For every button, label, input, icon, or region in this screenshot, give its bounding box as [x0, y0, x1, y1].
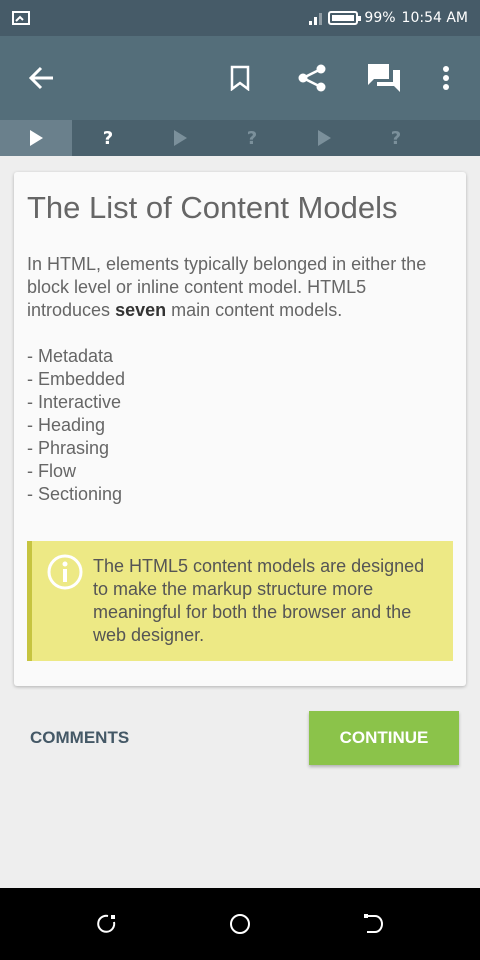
progress-step-2[interactable]: ? — [72, 120, 144, 156]
lesson-card: The List of Content Models In HTML, elem… — [14, 172, 466, 686]
list-item: - Embedded — [27, 369, 126, 389]
continue-button[interactable]: CONTINUE — [309, 711, 459, 765]
lesson-intro: In HTML, elements typically belonged in … — [27, 253, 453, 322]
back-arrow-icon[interactable] — [24, 60, 60, 96]
lesson-progress: ? ? ? — [0, 120, 480, 156]
question-mark: ? — [390, 127, 402, 149]
signal-icon — [309, 11, 323, 25]
progress-step-1[interactable] — [0, 120, 72, 156]
play-icon — [173, 130, 187, 146]
progress-step-3[interactable] — [144, 120, 216, 156]
lesson-title: The List of Content Models — [27, 190, 398, 225]
list-item: - Metadata — [27, 346, 114, 366]
question-mark: ? — [102, 127, 114, 149]
info-note: The HTML5 content models are designed to… — [27, 541, 453, 661]
list-item: - Sectioning — [27, 484, 123, 504]
home-icon[interactable] — [228, 912, 252, 936]
battery-icon — [328, 11, 362, 25]
list-item: - Phrasing — [27, 438, 110, 458]
chat-icon[interactable] — [366, 60, 402, 96]
bookmark-icon[interactable] — [222, 60, 258, 96]
list-item: - Flow — [27, 461, 76, 481]
comments-button[interactable]: COMMENTS — [30, 728, 129, 748]
list-item: - Interactive — [27, 392, 122, 412]
play-icon — [317, 130, 331, 146]
content-model-list: - Metadata - Embedded - Interactive - He… — [27, 345, 453, 506]
battery-percent: 99% — [364, 10, 396, 26]
play-icon — [29, 130, 43, 146]
screen-cast-icon — [12, 11, 30, 25]
clock: 10:54 AM — [401, 10, 468, 26]
system-nav-bar — [0, 888, 480, 960]
back-nav-icon[interactable] — [361, 912, 385, 936]
question-mark: ? — [246, 127, 258, 149]
progress-step-5[interactable] — [288, 120, 360, 156]
status-bar: 99% 10:54 AM — [0, 0, 480, 36]
intro-text-end: main content models. — [166, 300, 343, 320]
more-vertical-icon[interactable] — [428, 60, 464, 96]
note-text: The HTML5 content models are designed to… — [93, 556, 425, 645]
info-icon — [46, 553, 84, 597]
app-bar — [0, 36, 480, 120]
progress-step-6[interactable]: ? — [360, 120, 432, 156]
progress-step-4[interactable]: ? — [216, 120, 288, 156]
list-item: - Heading — [27, 415, 106, 435]
recent-apps-icon[interactable] — [94, 912, 118, 936]
intro-bold: seven — [115, 300, 167, 320]
share-icon[interactable] — [294, 60, 330, 96]
